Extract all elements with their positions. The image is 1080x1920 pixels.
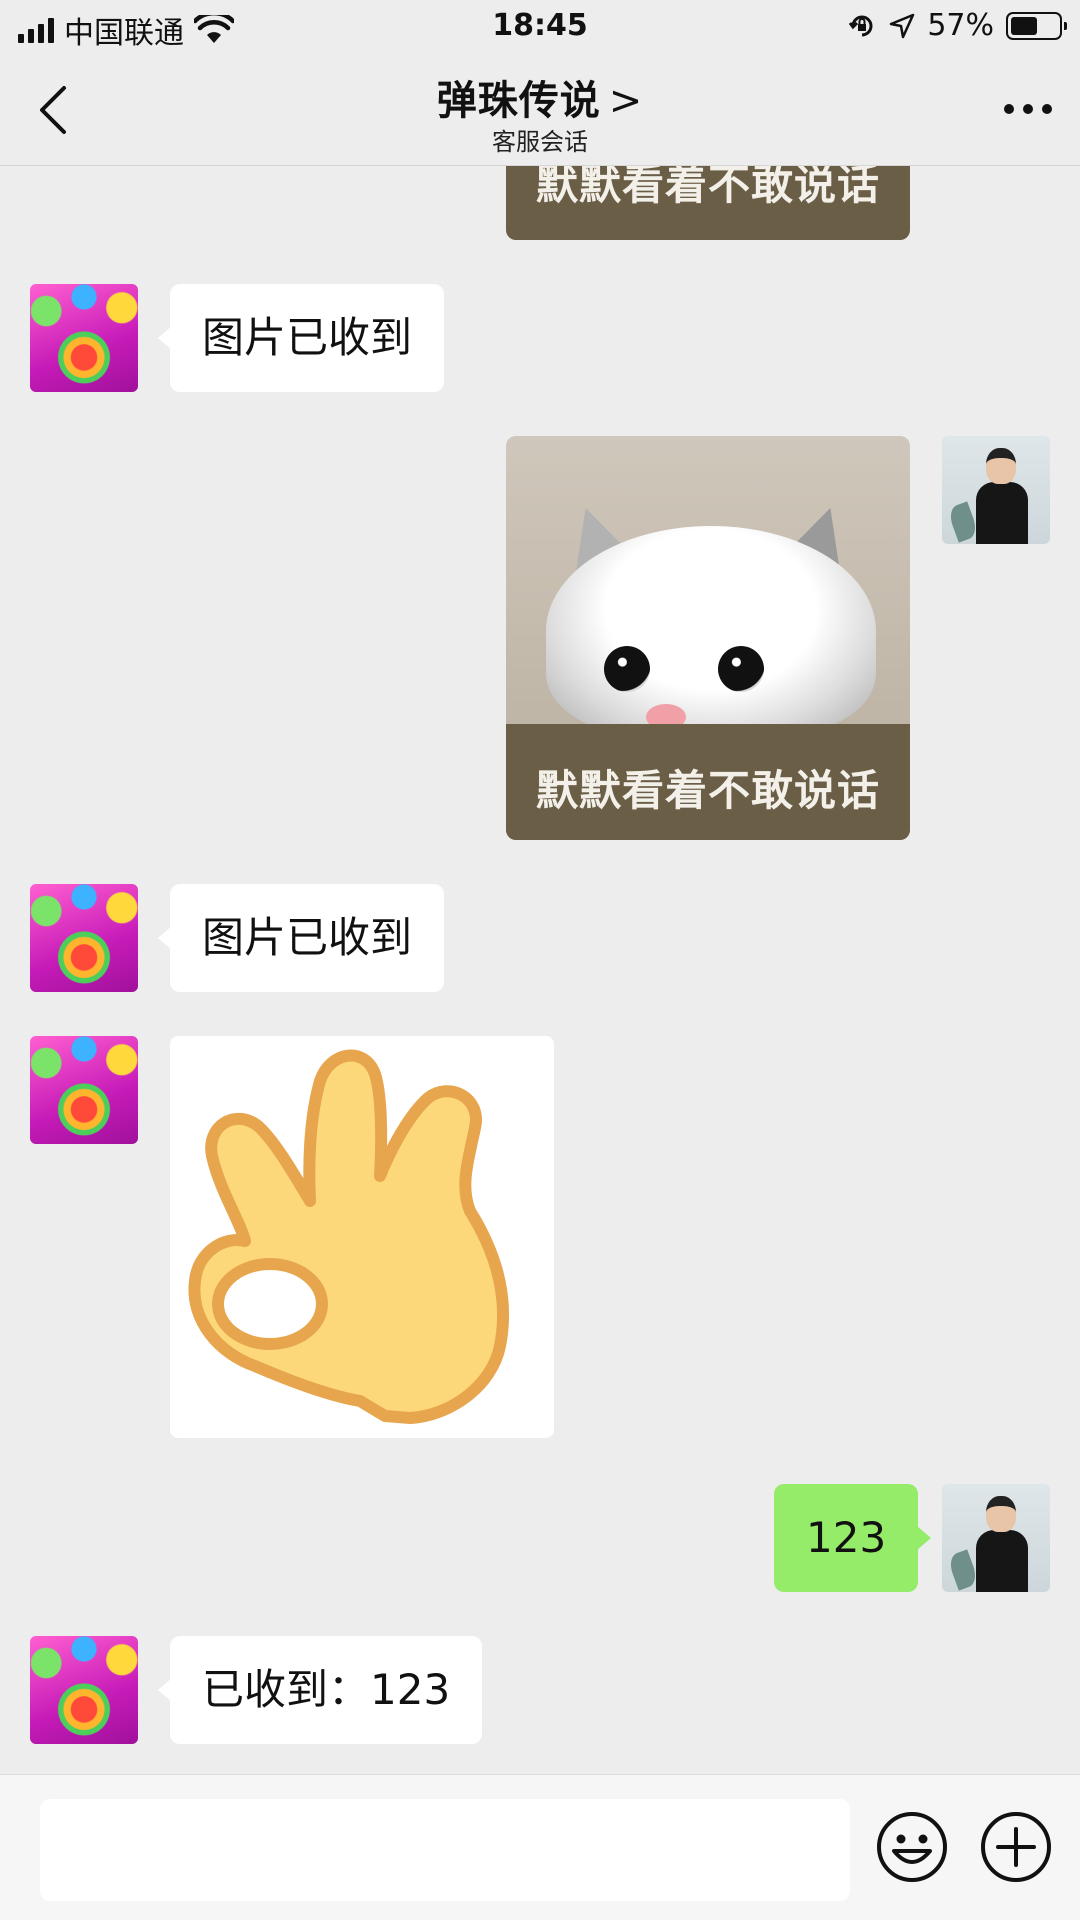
my-message-bubble[interactable]: 123	[774, 1484, 932, 1592]
sticker-message[interactable]: 默默看着不敢说话	[506, 436, 910, 840]
cat-image	[546, 526, 876, 736]
status-bar: 中国联通 18:45 57%	[0, 0, 1080, 54]
message-bubble[interactable]: 图片已收到	[157, 884, 445, 992]
plus-circle-icon	[981, 1812, 1051, 1882]
more-dots-icon	[1004, 104, 1014, 114]
orientation-lock-icon	[849, 15, 873, 36]
user-avatar[interactable]	[942, 436, 1050, 544]
ok-hand-icon	[188, 1049, 510, 1424]
message-bubble[interactable]: 已收到：123	[157, 1636, 483, 1744]
location-icon	[890, 13, 915, 38]
more-functions-button[interactable]	[980, 1811, 1052, 1883]
battery-percent: 57%	[927, 8, 994, 43]
message-bubble[interactable]: 图片已收到	[157, 284, 445, 392]
chat-subtitle: 客服会话	[492, 128, 588, 156]
chat-title-text: 弹珠传说	[436, 78, 601, 124]
nav-bar: 弹珠传说 > 客服会话	[0, 54, 1080, 166]
battery-icon	[1006, 11, 1067, 40]
chevron-right-icon: >	[608, 78, 644, 124]
chat-area[interactable]: 默默看着不敢说话 图片已收到 默默看着不敢说话 图片已收到 123 已收到：12…	[0, 166, 1080, 1774]
chat-title[interactable]: 弹珠传说 >	[0, 68, 1080, 126]
more-button[interactable]	[1004, 104, 1052, 114]
sticker-caption: 默默看着不敢说话	[535, 166, 880, 209]
bot-avatar[interactable]	[30, 1636, 138, 1744]
bot-avatar[interactable]	[30, 284, 138, 392]
sticker-caption: 默默看着不敢说话	[535, 766, 880, 815]
message-input[interactable]	[40, 1799, 850, 1901]
emoji-button[interactable]	[876, 1811, 948, 1883]
input-bar	[0, 1774, 1080, 1920]
sticker-message[interactable]	[170, 1036, 554, 1438]
emoji-icon	[877, 1812, 947, 1882]
bot-avatar[interactable]	[30, 884, 138, 992]
bot-avatar[interactable]	[30, 1036, 138, 1144]
sticker-message-cropped[interactable]: 默默看着不敢说话	[506, 166, 910, 240]
user-avatar[interactable]	[942, 1484, 1050, 1592]
